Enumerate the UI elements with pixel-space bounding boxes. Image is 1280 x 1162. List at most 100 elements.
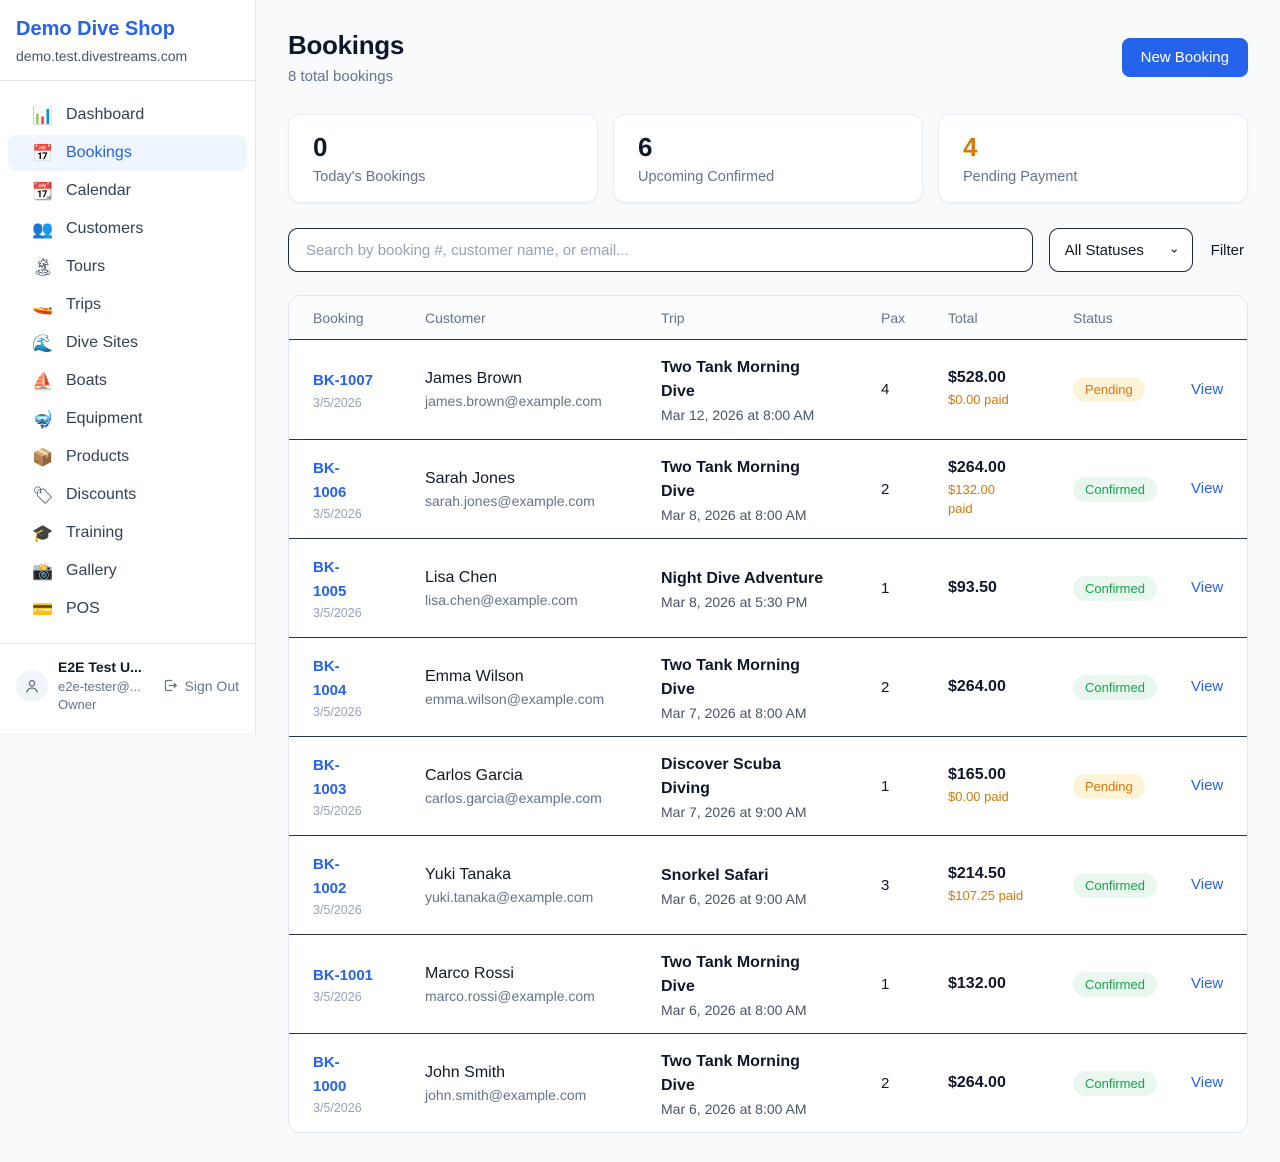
column-header-trip: Trip (661, 310, 881, 326)
pax-cell: 2 (881, 1075, 948, 1092)
table-row: BK-1001 3/5/2026 Marco Rossi marco.rossi… (289, 934, 1247, 1033)
trip-datetime: Mar 6, 2026 at 8:00 AM (661, 1101, 881, 1117)
total-amount: $264.00 (948, 1074, 1073, 1092)
pax-cell: 1 (881, 580, 948, 597)
sign-out-button[interactable]: Sign Out (163, 678, 239, 694)
view-link[interactable]: View (1191, 579, 1223, 596)
view-link[interactable]: View (1191, 975, 1223, 992)
view-link[interactable]: View (1191, 1074, 1223, 1091)
customer-email: carlos.garcia@example.com (425, 790, 661, 806)
avatar (16, 670, 48, 702)
status-cell: Confirmed (1073, 972, 1191, 997)
sidebar-item-calendar[interactable]: 📆 Calendar (8, 173, 247, 209)
tours-icon: 🏝 (32, 259, 54, 276)
products-icon: 📦 (32, 449, 54, 466)
trip-cell: Discover Scuba Diving Mar 7, 2026 at 9:0… (661, 753, 881, 820)
table-row: BK- 1003 3/5/2026 Carlos Garcia carlos.g… (289, 736, 1247, 835)
sign-out-icon (163, 678, 178, 693)
trip-cell: Two Tank Morning Dive Mar 6, 2026 at 8:0… (661, 1050, 881, 1117)
brand-title: Demo Dive Shop (16, 18, 239, 41)
stat-value: 6 (638, 132, 898, 163)
sidebar-item-label: Bookings (66, 144, 132, 162)
total-amount: $264.00 (948, 459, 1073, 477)
sidebar-item-boats[interactable]: ⛵ Boats (8, 363, 247, 399)
total-cell: $93.50 (948, 579, 1073, 597)
page-title-block: Bookings 8 total bookings (288, 30, 404, 85)
view-link[interactable]: View (1191, 678, 1223, 695)
table-body: BK-1007 3/5/2026 James Brown james.brown… (289, 340, 1247, 1132)
new-booking-button[interactable]: New Booking (1122, 38, 1248, 77)
trip-name: Two Tank Morning Dive (661, 356, 881, 404)
customer-name: Marco Rossi (425, 965, 661, 983)
booking-id-link[interactable]: BK- 1003 (313, 754, 425, 801)
brand-block: Demo Dive Shop demo.test.divestreams.com (0, 0, 255, 80)
view-cell: View (1191, 975, 1223, 993)
customer-cell: Yuki Tanaka yuki.tanaka@example.com (425, 866, 661, 905)
total-cell: $132.00 (948, 975, 1073, 993)
sidebar-item-label: Training (66, 524, 123, 542)
status-cell: Pending (1073, 774, 1191, 799)
customer-cell: Carlos Garcia carlos.garcia@example.com (425, 767, 661, 806)
sidebar-item-trips[interactable]: 🚤 Trips (8, 287, 247, 323)
booking-id-link[interactable]: BK-1001 (313, 964, 425, 987)
stat-value: 4 (963, 132, 1223, 163)
sidebar-item-dive-sites[interactable]: 🌊 Dive Sites (8, 325, 247, 361)
stat-value: 0 (313, 132, 573, 163)
sidebar-item-tours[interactable]: 🏝 Tours (8, 249, 247, 285)
user-meta: E2E Test U... e2e-tester@... Owner (58, 658, 153, 714)
total-cell: $165.00 $0.00 paid (948, 766, 1073, 807)
booking-cell: BK- 1000 3/5/2026 (313, 1051, 425, 1115)
pax-cell: 2 (881, 679, 948, 696)
booking-id-link[interactable]: BK- 1002 (313, 853, 425, 900)
sidebar-item-customers[interactable]: 👥 Customers (8, 211, 247, 247)
status-filter-select[interactable]: All Statuses (1049, 228, 1193, 272)
stats-row: 0 Today's Bookings 6 Upcoming Confirmed … (288, 114, 1248, 203)
training-icon: 🎓 (32, 525, 54, 542)
customer-name: Sarah Jones (425, 470, 661, 488)
status-badge: Confirmed (1073, 972, 1157, 997)
booking-cell: BK- 1002 3/5/2026 (313, 853, 425, 917)
sidebar-item-label: Dive Sites (66, 334, 138, 352)
booking-cell: BK- 1005 3/5/2026 (313, 556, 425, 620)
customer-cell: Marco Rossi marco.rossi@example.com (425, 965, 661, 1004)
sign-out-label: Sign Out (185, 678, 239, 694)
sidebar-item-dashboard[interactable]: 📊 Dashboard (8, 97, 247, 133)
trip-cell: Two Tank Morning Dive Mar 12, 2026 at 8:… (661, 356, 881, 423)
booking-id-link[interactable]: BK- 1006 (313, 457, 425, 504)
sidebar-item-gallery[interactable]: 📸 Gallery (8, 553, 247, 589)
calendar-icon: 📆 (32, 183, 54, 200)
total-amount: $528.00 (948, 369, 1073, 387)
booking-id-link[interactable]: BK- 1005 (313, 556, 425, 603)
gallery-icon: 📸 (32, 563, 54, 580)
stat-label: Upcoming Confirmed (638, 169, 898, 185)
booking-id-link[interactable]: BK-1007 (313, 369, 425, 392)
sidebar-item-bookings[interactable]: 📅 Bookings (8, 135, 247, 171)
view-link[interactable]: View (1191, 381, 1223, 398)
view-link[interactable]: View (1191, 777, 1223, 794)
pos-icon: 💳 (32, 601, 54, 618)
total-cell: $264.00 $132.00 paid (948, 459, 1073, 519)
booking-date: 3/5/2026 (313, 804, 425, 818)
sidebar-item-equipment[interactable]: 🤿 Equipment (8, 401, 247, 437)
search-input[interactable] (288, 228, 1033, 272)
stat-label: Today's Bookings (313, 169, 573, 185)
sidebar-item-pos[interactable]: 💳 POS (8, 591, 247, 627)
stat-label: Pending Payment (963, 169, 1223, 185)
pax-cell: 1 (881, 778, 948, 795)
sidebar-item-training[interactable]: 🎓 Training (8, 515, 247, 551)
status-badge: Confirmed (1073, 576, 1157, 601)
booking-id-link[interactable]: BK- 1004 (313, 655, 425, 702)
customer-name: Yuki Tanaka (425, 866, 661, 884)
trip-datetime: Mar 8, 2026 at 5:30 PM (661, 594, 881, 610)
brand-domain: demo.test.divestreams.com (16, 48, 239, 64)
view-link[interactable]: View (1191, 876, 1223, 893)
booking-id-link[interactable]: BK- 1000 (313, 1051, 425, 1098)
page-title: Bookings (288, 30, 404, 61)
trips-icon: 🚤 (32, 297, 54, 314)
trip-datetime: Mar 6, 2026 at 9:00 AM (661, 891, 881, 907)
view-link[interactable]: View (1191, 480, 1223, 497)
sidebar-item-discounts[interactable]: 🏷 Discounts (8, 477, 247, 513)
sidebar-item-products[interactable]: 📦 Products (8, 439, 247, 475)
status-badge: Pending (1073, 377, 1145, 402)
pax-cell: 3 (881, 877, 948, 894)
